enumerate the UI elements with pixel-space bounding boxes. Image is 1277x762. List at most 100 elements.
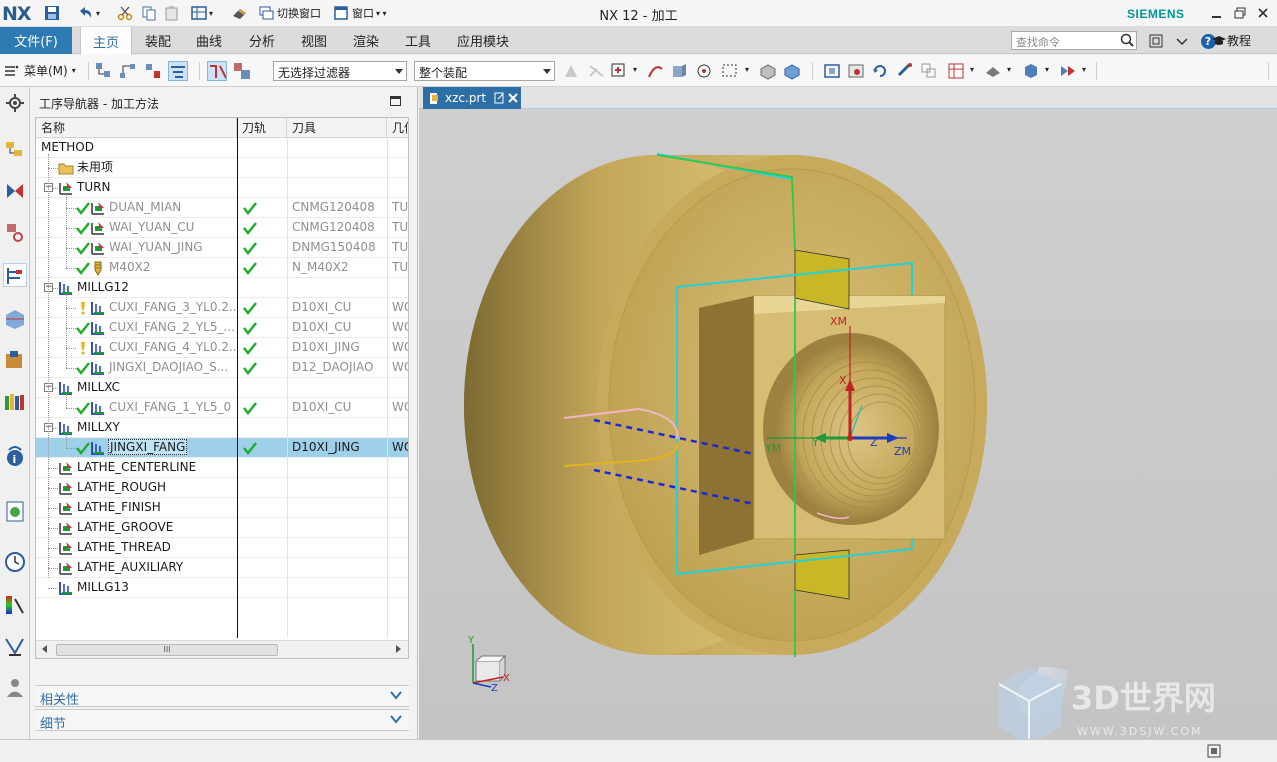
tree-row[interactable]: CUXI_FANG_2_YL5_... D10XI_CU WO — [36, 318, 408, 338]
collapse-ribbon-button[interactable] — [1173, 32, 1191, 50]
save-button[interactable] — [44, 4, 60, 22]
selection-filter-dropdown[interactable]: 无选择过滤器 — [273, 61, 407, 81]
column-header-toolpath[interactable]: 刀轨 — [237, 118, 287, 138]
tree-row[interactable]: JINGXI_DAOJIAO_S... D12_DAOJIAO WO — [36, 358, 408, 378]
close-tab-icon[interactable] — [508, 93, 518, 103]
reuse-library-icon[interactable] — [3, 390, 27, 414]
machine-group-view-icon[interactable] — [207, 61, 227, 81]
column-header-tool[interactable]: 刀具 — [287, 118, 387, 138]
feature-group-icon[interactable] — [232, 61, 252, 81]
tree-row[interactable]: DUAN_MIAN CNMG120408 TU — [36, 198, 408, 218]
tree-row[interactable]: MILLG13 — [36, 578, 408, 598]
repeat-command-button[interactable] — [231, 4, 249, 22]
tree-row[interactable]: LATHE_THREAD — [36, 538, 408, 558]
layer-settings-icon[interactable] — [946, 61, 966, 81]
process-studio-icon[interactable] — [3, 635, 27, 659]
edit-object-display-icon[interactable] — [1021, 61, 1041, 81]
tree-row[interactable]: − MILLXC — [36, 378, 408, 398]
search-icon[interactable] — [1120, 33, 1134, 47]
render-dropdown-icon[interactable]: ▾ — [1007, 65, 1011, 74]
tree-row[interactable]: WAI_YUAN_CU CNMG120408 TU — [36, 218, 408, 238]
dependencies-section[interactable]: 相关性 — [35, 685, 409, 708]
machine-tool-navigator-icon[interactable] — [3, 307, 27, 331]
tree-row[interactable]: − MILLXY — [36, 418, 408, 438]
select-all-icon[interactable] — [562, 61, 582, 81]
touch-mode-button[interactable]: ▾ — [191, 4, 213, 22]
undo-button[interactable]: ▾ — [76, 4, 100, 22]
visualization-icon[interactable] — [3, 593, 27, 617]
layer-dropdown-icon[interactable]: ▾ — [970, 65, 974, 74]
program-order-view-icon[interactable] — [94, 61, 114, 81]
file-tab[interactable]: 文件(F) — [0, 27, 72, 54]
curve-rule-icon[interactable] — [646, 61, 666, 81]
display-dropdown-icon[interactable]: ▾ — [1045, 65, 1049, 74]
point-snap-icon[interactable] — [695, 61, 715, 81]
column-header-name[interactable]: 名称 — [36, 118, 237, 138]
tree-row[interactable]: LATHE_GROOVE — [36, 518, 408, 538]
tab-home[interactable]: 主页 — [80, 27, 132, 55]
tree-row[interactable]: WAI_YUAN_JING DNMG150408 TU — [36, 238, 408, 258]
tree-row[interactable]: METHOD — [36, 138, 408, 158]
operation-navigator-icon[interactable] — [3, 263, 27, 287]
tab-applications[interactable]: 应用模块 — [450, 27, 516, 54]
assembly-navigator-icon[interactable] — [3, 139, 27, 163]
zoom-icon[interactable] — [846, 61, 866, 81]
tree-row[interactable]: LATHE_ROUGH — [36, 478, 408, 498]
close-button[interactable] — [1252, 4, 1274, 22]
machining-method-view-icon[interactable] — [168, 61, 188, 81]
show-hide-dropdown-icon[interactable]: ▾ — [1082, 65, 1086, 74]
fit-view-icon[interactable] — [822, 61, 842, 81]
menu-button[interactable]: 菜单(M) ▾ — [4, 62, 76, 79]
tree-row[interactable]: − TURN — [36, 178, 408, 198]
machining-feature-navigator-icon[interactable] — [3, 348, 27, 372]
scroll-left-icon[interactable] — [42, 645, 47, 653]
history-palette-icon[interactable] — [3, 499, 27, 523]
box-select-dropdown-icon[interactable]: ▾ — [745, 65, 749, 74]
rotate-icon[interactable] — [870, 61, 890, 81]
window-menu-button[interactable]: 窗口 ▾ ▾ — [333, 4, 399, 22]
tree-row[interactable]: LATHE_AUXILIARY — [36, 558, 408, 578]
horizontal-scrollbar[interactable]: III — [36, 640, 408, 658]
wireframe-view-icon[interactable] — [758, 61, 778, 81]
tutorial-label[interactable]: 教程 — [1227, 32, 1251, 49]
tree-row[interactable]: CUXI_FANG_3_YL0.2... D10XI_CU WO — [36, 298, 408, 318]
tree-row[interactable]: LATHE_FINISH — [36, 498, 408, 518]
clock-icon[interactable] — [3, 550, 27, 574]
minimize-button[interactable] — [1206, 4, 1228, 22]
tab-analysis[interactable]: 分析 — [238, 27, 286, 54]
snap-dropdown-icon[interactable]: ▾ — [633, 65, 637, 74]
selection-scope-dropdown[interactable]: 整个装配 — [414, 61, 555, 81]
ribbon-options-button[interactable] — [1147, 32, 1165, 50]
scroll-right-icon[interactable] — [396, 645, 401, 653]
switch-window-button[interactable]: 切换窗口 — [258, 4, 326, 22]
machine-tool-view-icon[interactable] — [118, 61, 138, 81]
tab-assembly[interactable]: 装配 — [134, 27, 182, 54]
column-header-geometry[interactable]: 几何 — [387, 118, 408, 138]
copy-button[interactable] — [141, 4, 157, 22]
paste-button[interactable] — [164, 4, 180, 22]
maximize-panel-icon[interactable] — [390, 96, 401, 106]
full-screen-icon[interactable] — [1207, 744, 1221, 758]
document-tab[interactable]: xzc.prt — [423, 87, 521, 109]
cut-button[interactable] — [117, 4, 133, 22]
tree-row[interactable]: JINGXI_FANG D10XI_JING WO — [36, 438, 408, 458]
tutorial-button[interactable] — [1211, 32, 1227, 50]
roles-icon[interactable] — [3, 676, 27, 700]
gear-icon[interactable] — [3, 91, 27, 115]
tab-curve[interactable]: 曲线 — [185, 27, 233, 54]
box-select-icon[interactable] — [720, 61, 740, 81]
orient-view-icon[interactable] — [919, 61, 939, 81]
tab-view[interactable]: 视图 — [290, 27, 338, 54]
tree-row[interactable]: LATHE_CENTERLINE — [36, 458, 408, 478]
part-navigator-icon[interactable] — [3, 221, 27, 245]
face-rule-icon[interactable] — [670, 61, 690, 81]
pan-icon[interactable] — [895, 61, 915, 81]
snap-point-icon[interactable] — [609, 61, 629, 81]
command-search-input[interactable]: 查找命令 — [1011, 31, 1137, 50]
geometry-view-icon[interactable] — [143, 61, 163, 81]
graphics-window[interactable]: XM YM ZM X Y Z Y X Z 3D世界网 WWW.3DSJW.COM — [419, 109, 1277, 739]
tab-tools[interactable]: 工具 — [394, 27, 442, 54]
scroll-thumb[interactable]: III — [56, 644, 278, 656]
tree-row[interactable]: CUXI_FANG_1_YL5_0 D10XI_CU WO — [36, 398, 408, 418]
render-style-icon[interactable] — [983, 61, 1003, 81]
